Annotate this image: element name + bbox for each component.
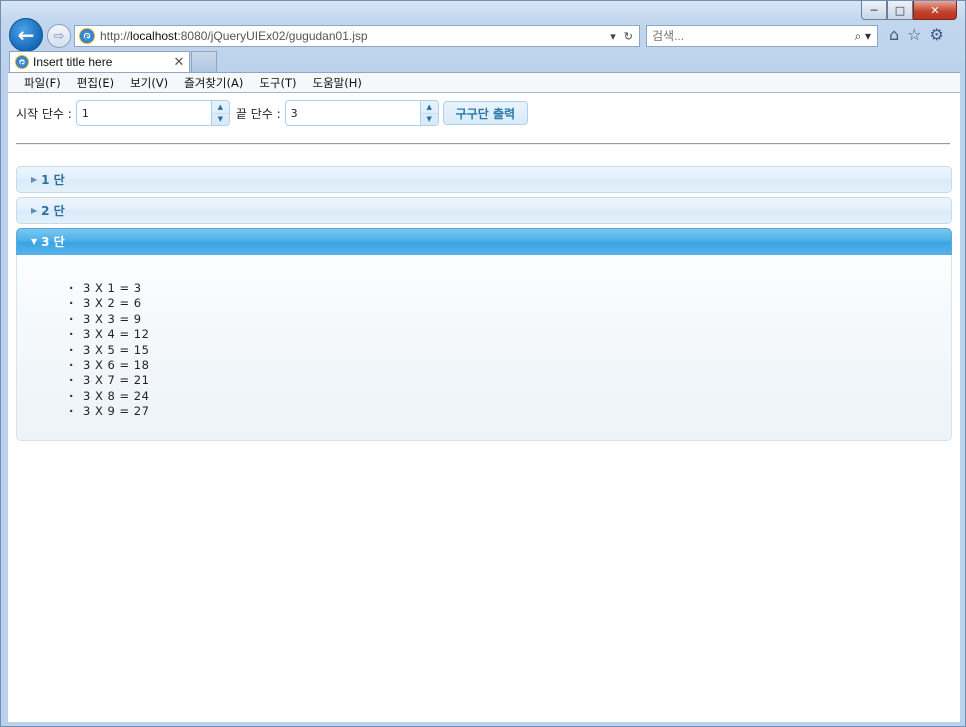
spin-up-icon[interactable]: ▲ — [420, 101, 438, 114]
refresh-icon[interactable]: ↻ — [624, 30, 633, 43]
browser-window: ─ □ ✕ ← ⇨ e http://localhost:8080/jQuery… — [0, 0, 966, 727]
list-item: 3 X 3 = 9 — [69, 312, 951, 327]
list-item: 3 X 8 = 24 — [69, 389, 951, 404]
browser-tab[interactable]: e Insert title here ✕ — [9, 51, 190, 72]
start-spinner[interactable]: ▲ ▼ — [75, 100, 230, 126]
url-path: :8080/jQueryUIEx02/gugudan01.jsp — [177, 29, 368, 43]
tab-close-icon[interactable]: ✕ — [171, 55, 187, 70]
menu-view[interactable]: 보기(V) — [122, 75, 176, 91]
url-text[interactable]: http://localhost:8080/jQueryUIEx02/gugud… — [100, 29, 610, 43]
gugudan-form: 시작 단수 : ▲ ▼ 끝 단수 : ▲ ▼ 구구단 출력 — [16, 100, 529, 126]
print-gugudan-button[interactable]: 구구단 출력 — [442, 101, 529, 125]
menu-tools[interactable]: 도구(T) — [251, 75, 304, 91]
home-icon[interactable]: ⌂ — [889, 25, 899, 44]
url-host: localhost — [130, 29, 178, 43]
spin-up-icon[interactable]: ▲ — [211, 101, 229, 114]
page-content: 시작 단수 : ▲ ▼ 끝 단수 : ▲ ▼ 구구단 출력 ▶ — [8, 93, 960, 722]
window-controls: ─ □ ✕ — [861, 1, 957, 21]
start-spin-buttons: ▲ ▼ — [210, 101, 229, 126]
end-spin-buttons: ▲ ▼ — [419, 101, 438, 126]
accordion-header-label: 1 단 — [41, 173, 65, 187]
triangle-right-icon: ▶ — [31, 175, 38, 184]
list-item: 3 X 1 = 3 — [69, 281, 951, 296]
accordion-header-label: 2 단 — [41, 204, 65, 218]
accordion-header-3[interactable]: ▼ 3 단 — [16, 228, 952, 255]
menu-edit[interactable]: 편집(E) — [69, 75, 122, 91]
multiplication-list: 3 X 1 = 3 3 X 2 = 6 3 X 3 = 9 3 X 4 = 12… — [69, 281, 951, 420]
back-arrow-icon: ← — [17, 23, 35, 47]
end-spinner[interactable]: ▲ ▼ — [284, 100, 439, 126]
forward-arrow-icon: ⇨ — [53, 28, 65, 44]
search-bar[interactable]: ⌕ ▾ — [646, 25, 878, 47]
url-prefix: http:// — [100, 29, 131, 43]
accordion-panel-3: 3 X 1 = 3 3 X 2 = 6 3 X 3 = 9 3 X 4 = 12… — [16, 255, 952, 441]
list-item: 3 X 6 = 18 — [69, 358, 951, 373]
spin-down-icon[interactable]: ▼ — [421, 114, 438, 126]
new-tab-button[interactable] — [191, 51, 217, 72]
toolbar-icons: ⌂ ☆ ⚙ — [889, 25, 944, 44]
menu-bar: 파일(F) 편집(E) 보기(V) 즐겨찾기(A) 도구(T) 도움말(H) — [8, 72, 960, 93]
address-bar-icons: ▾ ↻ — [610, 30, 639, 43]
menu-favorites[interactable]: 즐겨찾기(A) — [176, 75, 251, 91]
tab-title: Insert title here — [33, 55, 113, 69]
menu-file[interactable]: 파일(F) — [16, 75, 69, 91]
address-bar[interactable]: e http://localhost:8080/jQueryUIEx02/gug… — [74, 25, 640, 47]
favorites-star-icon[interactable]: ☆ — [907, 25, 921, 44]
start-label: 시작 단수 : — [16, 106, 72, 121]
list-item: 3 X 9 = 27 — [69, 404, 951, 419]
minimize-button[interactable]: ─ — [861, 1, 887, 20]
tab-ie-icon: e — [15, 55, 29, 69]
menu-help[interactable]: 도움말(H) — [305, 75, 370, 91]
accordion: ▶ 1 단 ▶ 2 단 ▼ 3 단 3 X 1 = 3 3 X 2 = 6 3 … — [16, 166, 952, 441]
list-item: 3 X 7 = 21 — [69, 373, 951, 388]
end-input[interactable] — [285, 101, 420, 125]
dropdown-icon[interactable]: ▾ — [610, 30, 616, 43]
back-button[interactable]: ← — [9, 18, 43, 52]
ie-logo-icon: e — [79, 28, 95, 44]
accordion-header-label: 3 단 — [41, 235, 65, 249]
list-item: 3 X 4 = 12 — [69, 327, 951, 342]
accordion-header-1[interactable]: ▶ 1 단 — [16, 166, 952, 193]
triangle-right-icon: ▶ — [31, 206, 38, 215]
end-label: 끝 단수 : — [235, 106, 281, 121]
list-item: 3 X 5 = 15 — [69, 343, 951, 358]
list-item: 3 X 2 = 6 — [69, 296, 951, 311]
maximize-button[interactable]: □ — [887, 1, 913, 20]
triangle-down-icon: ▼ — [31, 237, 38, 246]
search-icon[interactable]: ⌕ ▾ — [854, 29, 877, 44]
forward-button[interactable]: ⇨ — [47, 24, 71, 48]
spin-down-icon[interactable]: ▼ — [212, 114, 229, 126]
settings-gear-icon[interactable]: ⚙ — [930, 25, 944, 44]
start-input[interactable] — [76, 101, 211, 125]
divider — [16, 143, 950, 145]
search-input[interactable] — [652, 29, 855, 43]
close-window-button[interactable]: ✕ — [913, 1, 957, 20]
accordion-header-2[interactable]: ▶ 2 단 — [16, 197, 952, 224]
